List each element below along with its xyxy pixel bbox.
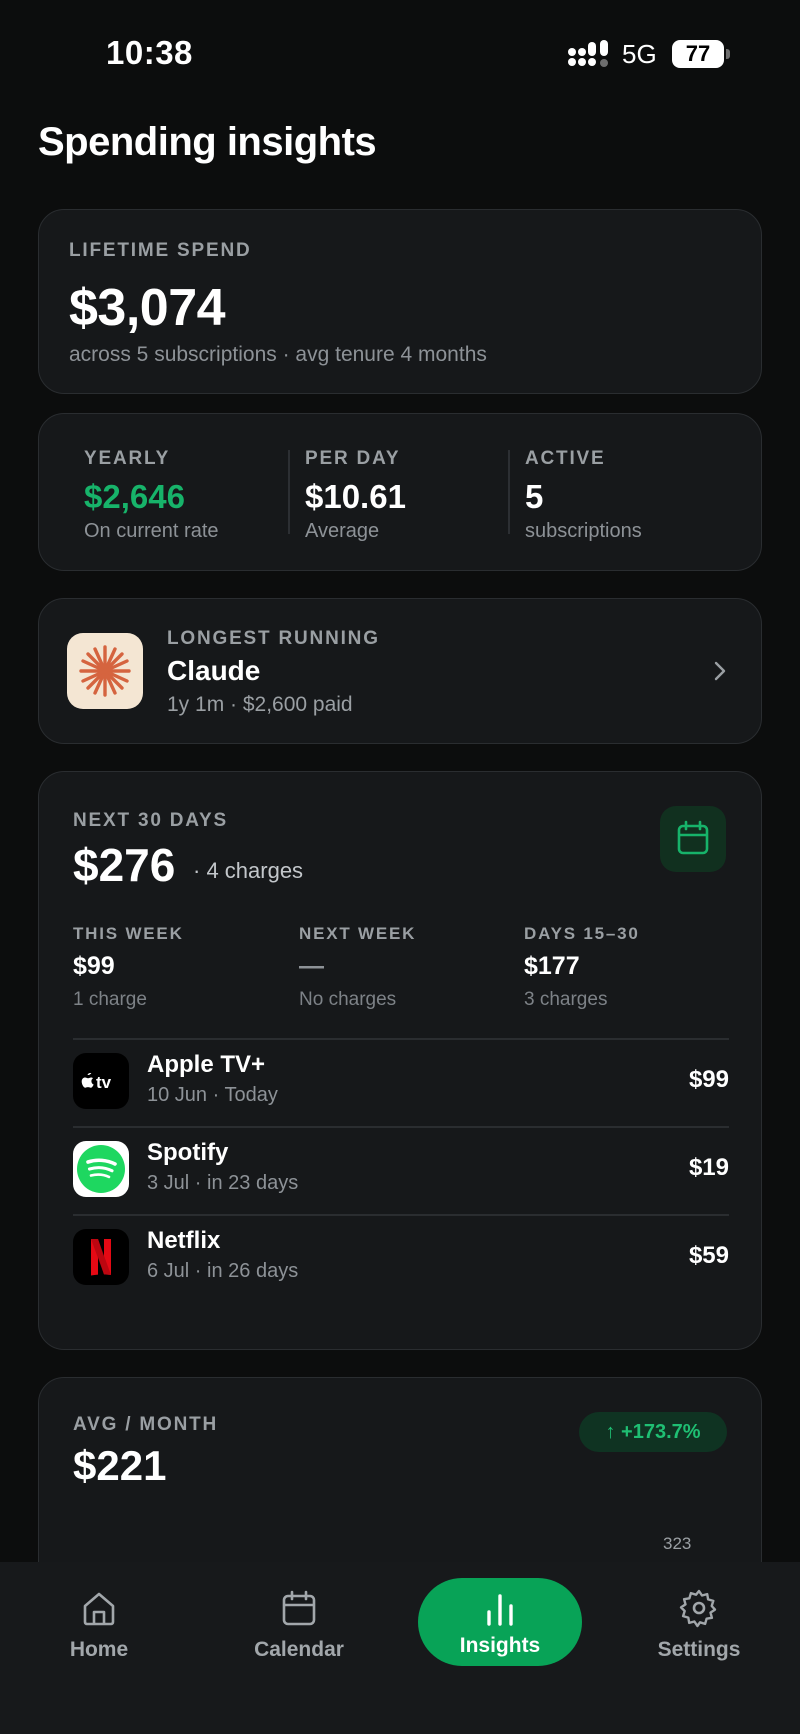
bar-chart-icon — [487, 1594, 513, 1626]
lifetime-amount: $3,074 — [69, 279, 226, 337]
tab-home[interactable]: Home — [19, 1588, 179, 1662]
stat-yearly: YEARLY $2,646 On current rate — [84, 448, 219, 543]
status-bar: 10:38 5G 77 — [0, 0, 800, 100]
stat-per-day: PER DAY $10.61 Average — [305, 448, 406, 543]
tab-label: Home — [69, 1638, 129, 1661]
stat-value: 5 — [525, 478, 544, 515]
stat-value: $2,646 — [84, 478, 185, 515]
next-30-amount: $276 — [73, 839, 176, 891]
lifetime-spend-card: LIFETIME SPEND $3,074 across 5 subscript… — [38, 209, 762, 394]
svg-text:tv: tv — [96, 1073, 112, 1092]
next-week-summary: NEXT WEEK — No charges — [299, 924, 416, 1011]
col-caption: No charges — [299, 989, 397, 1010]
longest-meta: 1y 1m · $2,600 paid — [167, 693, 353, 716]
stat-active: ACTIVE 5 subscriptions — [525, 448, 642, 543]
col-label: NEXT WEEK — [299, 924, 417, 943]
status-time: 10:38 — [106, 34, 193, 71]
stat-caption: Average — [305, 520, 380, 542]
longest-label: LONGEST RUNNING — [167, 628, 380, 649]
col-caption: 3 charges — [524, 989, 608, 1010]
calendar-button[interactable] — [660, 806, 726, 872]
tab-settings[interactable]: Settings — [619, 1588, 779, 1662]
charge-name: Spotify — [147, 1139, 229, 1166]
tab-calendar[interactable]: Calendar — [219, 1588, 379, 1662]
chevron-right-icon — [714, 661, 726, 681]
stat-caption: subscriptions — [525, 520, 642, 542]
network-type: 5G — [622, 39, 657, 69]
divider — [288, 450, 290, 534]
charge-amount: $59 — [688, 1242, 729, 1269]
next-30-days-card: NEXT 30 DAYS $276 · 4 charges THIS WEEK … — [38, 771, 762, 1350]
charge-row-apple-tv[interactable]: tv Apple TV+ 10 Jun · Today $99 — [73, 1038, 729, 1126]
col-label: DAYS 15–30 — [524, 924, 640, 943]
days-15-30-summary: DAYS 15–30 $177 3 charges — [524, 924, 640, 1011]
netflix-icon — [73, 1229, 129, 1285]
tab-insights[interactable]: Insights — [418, 1578, 582, 1666]
stats-card: YEARLY $2,646 On current rate PER DAY $1… — [38, 413, 762, 571]
lifetime-subtitle: across 5 subscriptions · avg tenure 4 mo… — [69, 343, 487, 366]
charge-date: 6 Jul · in 26 days — [147, 1260, 299, 1282]
next-30-charges: · 4 charges — [193, 858, 304, 883]
charge-row-spotify[interactable]: Spotify 3 Jul · in 23 days $19 — [73, 1126, 729, 1214]
charge-date: 10 Jun · Today — [147, 1084, 278, 1106]
battery-icon: 77 — [672, 40, 730, 68]
charge-row-netflix[interactable]: Netflix 6 Jul · in 26 days $59 — [73, 1214, 729, 1302]
longest-running-card[interactable]: LONGEST RUNNING Claude 1y 1m · $2,600 pa… — [38, 598, 762, 744]
charge-amount: $99 — [688, 1066, 729, 1093]
charge-date: 3 Jul · in 23 days — [147, 1172, 299, 1194]
spotify-icon — [73, 1141, 129, 1197]
lifetime-label: LIFETIME SPEND — [69, 240, 252, 261]
col-caption: 1 charge — [73, 989, 147, 1010]
longest-name: Claude — [167, 655, 261, 686]
home-icon — [83, 1592, 115, 1626]
stat-caption: On current rate — [84, 520, 219, 542]
stat-value: $10.61 — [305, 478, 406, 515]
claude-asterisk-icon — [67, 633, 143, 709]
avg-amount: $221 — [73, 1442, 167, 1489]
change-badge: ↑ +173.7% — [579, 1412, 727, 1452]
col-value: $99 — [73, 952, 115, 980]
stat-label: ACTIVE — [525, 448, 606, 469]
gear-icon — [679, 1589, 717, 1628]
charge-name: Netflix — [147, 1227, 221, 1254]
tab-label: Settings — [657, 1638, 741, 1661]
col-label: THIS WEEK — [73, 924, 184, 943]
charge-name: Apple TV+ — [147, 1051, 266, 1078]
charge-amount: $19 — [688, 1154, 729, 1181]
change-value: +173.7% — [621, 1421, 701, 1443]
this-week-summary: THIS WEEK $99 1 charge — [73, 924, 184, 1011]
stat-label: PER DAY — [305, 448, 401, 469]
tab-bar: Home Calendar Insights Settings — [0, 1562, 800, 1734]
calendar-icon — [282, 1590, 316, 1626]
chart-peak-label: 323 — [663, 1534, 692, 1553]
next-30-label: NEXT 30 DAYS — [73, 810, 229, 831]
col-value: $177 — [524, 952, 580, 980]
battery-level: 77 — [672, 40, 724, 68]
signal-icon — [568, 40, 608, 67]
page-title: Spending insights — [38, 120, 377, 164]
avg-label: AVG / MONTH — [73, 1414, 219, 1435]
tab-label: Insights — [459, 1634, 541, 1657]
apple-tv-icon: tv — [73, 1053, 129, 1109]
divider — [508, 450, 510, 534]
col-value: — — [299, 952, 324, 980]
calendar-icon — [677, 820, 709, 855]
stat-label: YEARLY — [84, 448, 171, 469]
arrow-up-icon: ↑ — [605, 1421, 616, 1443]
tab-label: Calendar — [254, 1638, 344, 1661]
